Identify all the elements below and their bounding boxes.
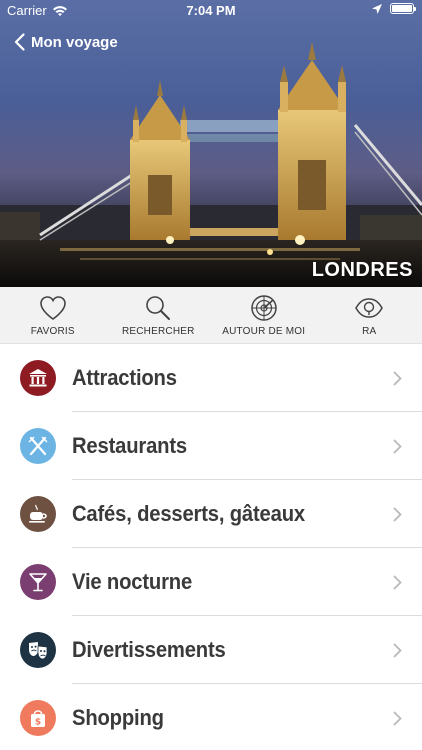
- status-bar: Carrier 7:04 PM: [0, 0, 422, 22]
- chevron-right-icon: [393, 439, 402, 453]
- category-row-cafes[interactable]: Cafés, desserts, gâteaux: [0, 480, 422, 548]
- chevron-left-icon: [14, 33, 25, 51]
- search-button[interactable]: RECHERCHER: [106, 287, 212, 343]
- fork-knife-icon: [20, 428, 56, 464]
- nearby-label: AUTOUR DE MOI: [222, 326, 306, 337]
- favorites-label: FAVORIS: [30, 326, 75, 337]
- category-label: Shopping: [72, 705, 164, 730]
- category-row-nightlife[interactable]: Vie nocturne: [0, 548, 422, 616]
- category-row-attractions[interactable]: Attractions: [0, 344, 422, 412]
- back-button[interactable]: Mon voyage: [14, 33, 118, 51]
- battery-icon: [390, 3, 416, 14]
- augmented-reality-button[interactable]: RA: [317, 287, 422, 343]
- location-arrow-icon: [372, 3, 382, 14]
- chevron-right-icon: [393, 575, 402, 589]
- category-label: Attractions: [72, 365, 177, 390]
- search-icon: [146, 296, 171, 320]
- nearby-button[interactable]: AUTOUR DE MOI: [211, 287, 317, 343]
- radar-icon: [251, 295, 277, 321]
- status-time: 7:04 PM: [186, 3, 236, 18]
- category-label: Vie nocturne: [72, 569, 193, 594]
- theater-masks-icon: [20, 632, 56, 668]
- search-label: RECHERCHER: [121, 326, 195, 337]
- museum-icon: [20, 360, 56, 396]
- shopping-bag-icon: $: [20, 700, 56, 736]
- chevron-right-icon: [393, 711, 402, 725]
- category-label: Cafés, desserts, gâteaux: [72, 501, 305, 526]
- svg-text:$: $: [35, 718, 41, 728]
- heart-icon: [39, 296, 66, 320]
- chevron-right-icon: [393, 507, 402, 521]
- category-row-shopping[interactable]: $ Shopping: [0, 684, 422, 750]
- category-label: Divertissements: [72, 637, 226, 662]
- category-label: Restaurants: [72, 433, 187, 458]
- category-row-entertainment[interactable]: Divertissements: [0, 616, 422, 684]
- chevron-right-icon: [393, 371, 402, 385]
- eye-icon: [355, 298, 384, 318]
- ar-label: RA: [362, 326, 377, 337]
- back-label: Mon voyage: [31, 33, 118, 51]
- city-title: LONDRES: [311, 259, 413, 281]
- hero-image: Carrier 7:04 PM Mon voyage LONDRES: [0, 0, 422, 287]
- quick-actions-toolbar: FAVORIS RECHERCHER AUTOUR DE MOI RA: [0, 287, 422, 344]
- favorites-button[interactable]: FAVORIS: [0, 287, 106, 343]
- category-list: Attractions Restaurants Cafés, desserts,…: [0, 344, 422, 750]
- chevron-right-icon: [393, 643, 402, 657]
- status-right: [372, 3, 416, 14]
- cocktail-icon: [20, 564, 56, 600]
- category-row-restaurants[interactable]: Restaurants: [0, 412, 422, 480]
- coffee-cup-icon: [20, 496, 56, 532]
